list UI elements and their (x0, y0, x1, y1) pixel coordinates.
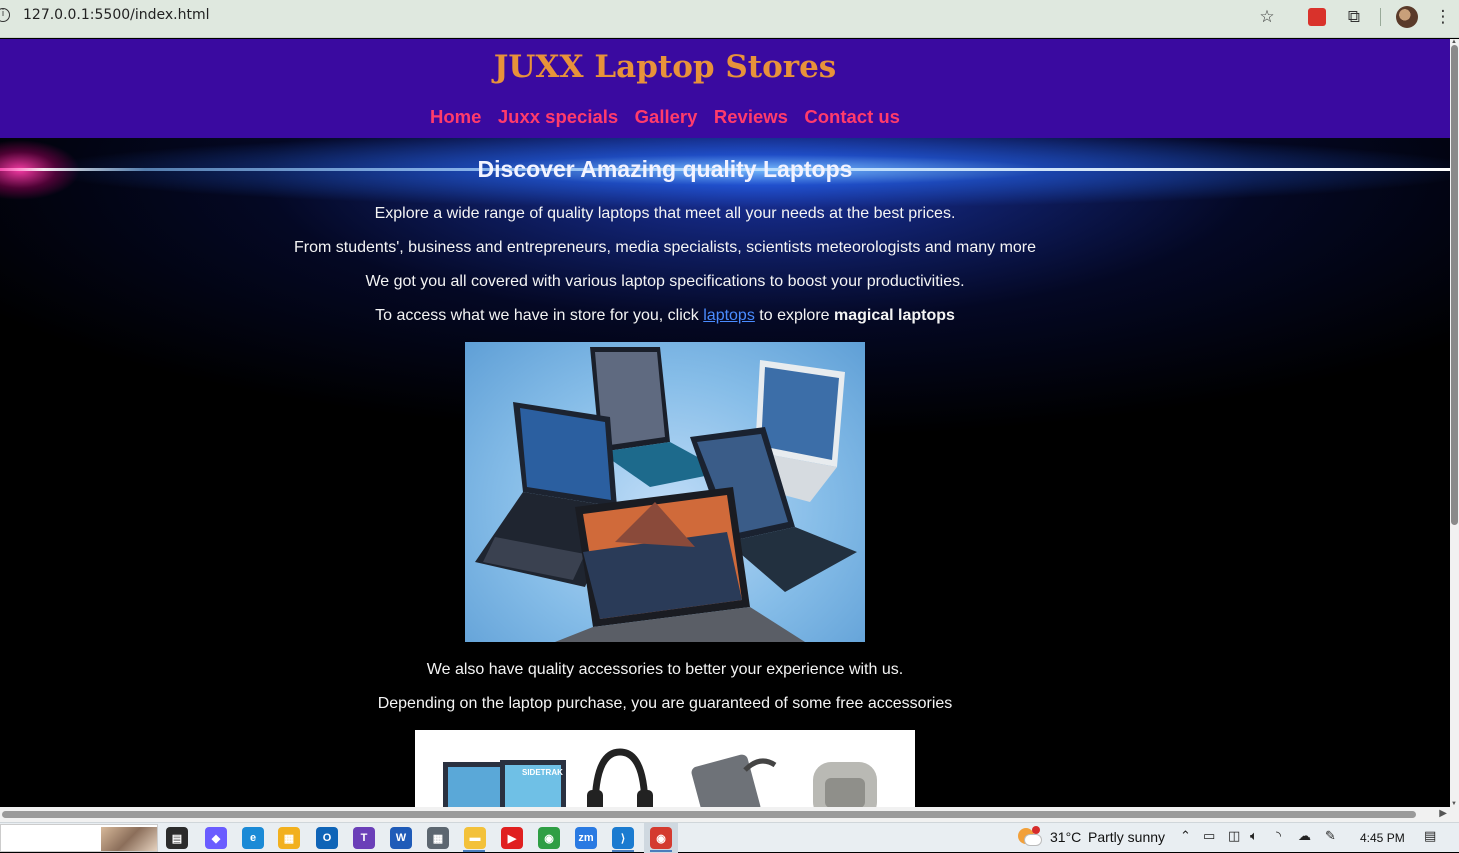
p4-bold: magical laptops (833, 307, 955, 324)
laptops-link[interactable]: laptops (703, 307, 755, 324)
zoom-icon[interactable]: zm (575, 827, 597, 849)
store-icon[interactable]: ▦ (278, 827, 300, 849)
profile-avatar[interactable] (1396, 6, 1418, 28)
site-info-icon[interactable]: i (0, 8, 10, 22)
extensions-puzzle-icon[interactable]: ⧉ (1343, 6, 1365, 28)
intro-paragraph-2: From students', business and entrepreneu… (293, 239, 1037, 256)
weather-icon[interactable] (1018, 826, 1042, 848)
nav-juxx-specials[interactable]: Juxx specials (498, 106, 618, 127)
laptops-image (465, 342, 865, 642)
horizontal-scrollbar[interactable]: ▶ (0, 807, 1459, 822)
nav-reviews[interactable]: Reviews (714, 106, 788, 127)
main-nav: Home Juxx specials Gallery Reviews Conta… (0, 106, 1330, 128)
laptops-illustration (475, 347, 857, 642)
hero-section: Discover Amazing quality Laptops Explore… (0, 138, 1450, 807)
vscode-icon[interactable]: ⟩ (612, 827, 634, 849)
site-header: JUXX Laptop Stores Home Juxx specials Ga… (0, 39, 1450, 138)
site-title: JUXX Laptop Stores (493, 49, 837, 85)
address-bar-url[interactable]: 127.0.0.1:5500/index.html (23, 7, 210, 23)
weather-temp[interactable]: 31°C (1050, 829, 1081, 845)
copilot-icon[interactable]: ◆ (205, 827, 227, 849)
chevron-up-icon[interactable]: ⌃ (1180, 829, 1191, 844)
intro-paragraph-1: Explore a wide range of quality laptops … (374, 205, 956, 222)
accessories-illustration: SIDETRAK (443, 748, 877, 807)
task-view-icon[interactable]: ▤ (166, 827, 188, 849)
toolbar-divider (1380, 8, 1381, 26)
word-icon[interactable]: W (390, 827, 412, 849)
calculator-icon[interactable]: ▦ (427, 827, 449, 849)
p4-middle: to explore (754, 307, 834, 324)
p4-before: To access what we have in store for you,… (375, 307, 704, 324)
windows-taskbar: ▤ ◆ e ▦ O T W ▦ ▬ ▶ ◉ zm ⟩ ◉ 31°C Partly sunny ⌃ ▭ ◫ … (0, 822, 1459, 853)
vertical-scrollbar[interactable]: ▲ ▼ (1450, 39, 1459, 807)
weather-desc[interactable]: Partly sunny (1088, 829, 1165, 845)
file-explorer-icon[interactable]: ▬ (464, 827, 486, 849)
battery-icon[interactable]: ▭ (1203, 829, 1215, 844)
accessories-image: SIDETRAK (415, 730, 915, 807)
nav-gallery[interactable]: Gallery (635, 106, 698, 127)
bookmark-star-icon[interactable]: ☆ (1256, 6, 1278, 28)
edge-icon[interactable]: e (242, 827, 264, 849)
intro-paragraph-3: We got you all covered with various lapt… (365, 273, 965, 290)
clock-time[interactable]: 4:45 PM (1360, 831, 1405, 845)
chrome-active-icon[interactable]: ◉ (650, 827, 672, 849)
nav-contact-us[interactable]: Contact us (804, 106, 900, 127)
main-heading: Discover Amazing quality Laptops (477, 156, 853, 182)
horizontal-scroll-thumb[interactable] (2, 811, 1416, 818)
teams-icon[interactable]: T (353, 827, 375, 849)
meet-now-icon[interactable]: ◫ (1228, 829, 1240, 844)
nav-home[interactable]: Home (430, 106, 481, 127)
browser-toolbar: i 127.0.0.1:5500/index.html ☆ ⧉ ⋮ (0, 0, 1459, 38)
accessories-paragraph-2: Depending on the laptop purchase, you ar… (377, 695, 953, 712)
notifications-icon[interactable]: ▤ (1424, 829, 1436, 844)
search-highlight-image (101, 827, 157, 851)
youtube-icon[interactable]: ▶ (501, 827, 523, 849)
outlook-icon[interactable]: O (316, 827, 338, 849)
scroll-right-icon[interactable]: ▶ (1439, 808, 1447, 819)
intro-paragraph-4: To access what we have in store for you,… (0, 307, 1330, 325)
chrome-icon[interactable]: ◉ (538, 827, 560, 849)
taskbar-search-box[interactable] (0, 824, 158, 852)
pen-icon[interactable]: ✎ (1325, 829, 1336, 844)
accessories-paragraph-1: We also have quality accessories to bett… (426, 661, 904, 678)
vertical-scroll-thumb[interactable] (1451, 45, 1458, 525)
onedrive-icon[interactable]: ☁ (1298, 829, 1311, 844)
accessory-brand-label: SIDETRAK (522, 768, 563, 777)
wifi-icon[interactable]: ◝ (1276, 829, 1281, 844)
volume-icon[interactable]: 🔈︎ (1250, 829, 1258, 844)
page-viewport: JUXX Laptop Stores Home Juxx specials Ga… (0, 39, 1450, 807)
kebab-menu-icon[interactable]: ⋮ (1432, 6, 1454, 28)
extension-red-icon[interactable] (1306, 6, 1328, 28)
